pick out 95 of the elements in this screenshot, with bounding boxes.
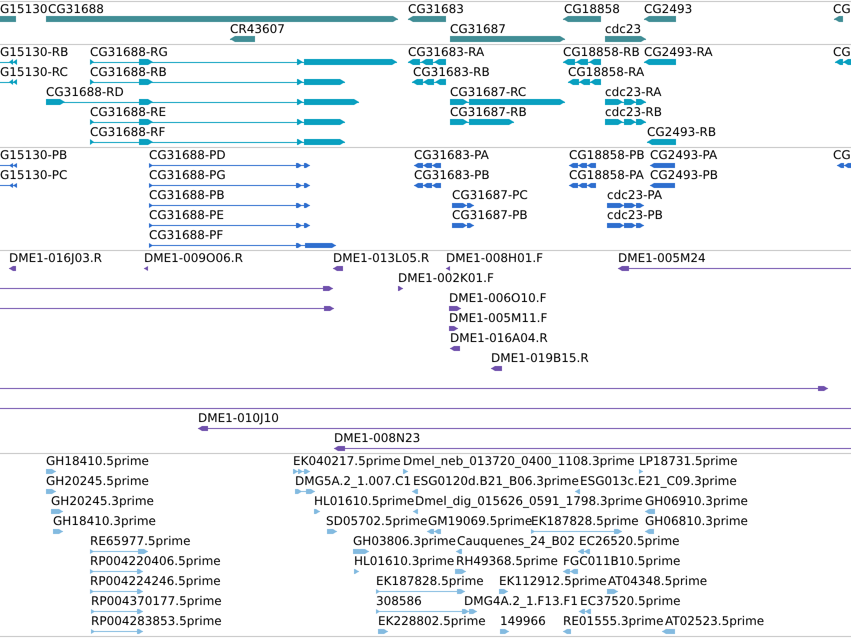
feature-label: CG31688-PF bbox=[149, 228, 224, 242]
feature-label: cdc23-RB bbox=[605, 105, 662, 119]
feature-label: DME1-016J03.R bbox=[9, 251, 102, 265]
feature-label: RE65977.5prime bbox=[90, 534, 190, 548]
feature-label: LP18731.5prime bbox=[639, 454, 738, 468]
feature-label: Cauquenes_24_B02 bbox=[457, 534, 575, 548]
feature-label: CG18858-PB bbox=[569, 148, 645, 162]
feature-label: CG18858-RB bbox=[563, 45, 640, 59]
feature-label: CG31688-RD bbox=[46, 85, 124, 99]
feature-label: SD05702.5prime bbox=[326, 514, 428, 528]
feature-label: CG31688-RE bbox=[90, 105, 166, 119]
feature-label: AT04348.5prime bbox=[608, 574, 708, 588]
feature-label: GH18410.3prime bbox=[53, 514, 156, 528]
feature-label: EC26520.5prime bbox=[579, 534, 680, 548]
feature-label: CG31688 bbox=[48, 2, 104, 16]
feature-label: HL01610.5prime bbox=[314, 494, 414, 508]
feature-label: FGC011B10.5prime bbox=[563, 554, 680, 568]
feature-label: GH20245.3prime bbox=[51, 494, 154, 508]
feature-label: G15130-PC bbox=[0, 168, 68, 182]
feature-label: DME1-008H01.F bbox=[446, 251, 544, 265]
feature-label: DME1-005M11.F bbox=[449, 311, 548, 325]
feature-label: DME1-006O10.F bbox=[449, 291, 546, 305]
feature-label: cdc23-RA bbox=[605, 85, 662, 99]
feature-label: cdc23-PB bbox=[607, 208, 663, 222]
feature-label: GH03806.3prime bbox=[353, 534, 456, 548]
feature-label: RP004224246.5prime bbox=[90, 574, 221, 588]
feature-label: GH18410.5prime bbox=[46, 454, 149, 468]
feature-label: CG18858-RA bbox=[568, 65, 644, 79]
feature-label: EK228802.5prime bbox=[378, 614, 486, 628]
feature-label: RP004370177.5prime bbox=[91, 594, 222, 608]
feature-label: CG18858-PA bbox=[569, 168, 644, 182]
feature-label: CG31683 bbox=[408, 2, 464, 16]
feature-label: Dmel_neb_013720_0400_1108.3prime bbox=[403, 454, 635, 468]
feature-label: CG31683-PB bbox=[414, 168, 490, 182]
feature-label: AT02523.5prime bbox=[665, 614, 764, 628]
feature-label: 149966 bbox=[500, 614, 546, 628]
feature-label: ESG0120d.B21_B06.3prime bbox=[413, 474, 579, 488]
feature-label: RP004283853.5prime bbox=[91, 614, 222, 628]
feature-label: CG31688-RF bbox=[90, 125, 166, 139]
feature-label: CG31688-RG bbox=[90, 45, 168, 59]
feature-label: EK112912.5prime bbox=[499, 574, 607, 588]
feature-label: CG31688-RB bbox=[90, 65, 167, 79]
feature-label: CG18858 bbox=[564, 2, 620, 16]
feature-label: HL01610.3prime bbox=[354, 554, 454, 568]
feature-label: CG31688-PD bbox=[149, 148, 226, 162]
feature-label: CG31688-PG bbox=[149, 168, 226, 182]
feature-label: DME1-005M24 bbox=[618, 251, 706, 265]
feature-label: EC37520.5prime bbox=[580, 594, 681, 608]
feature-label: G15130-RC bbox=[0, 65, 68, 79]
feature-label: RH49368.5prime bbox=[456, 554, 558, 568]
feature-label: CG2493-PB bbox=[650, 168, 718, 182]
feature-label: GH06910.3prime bbox=[645, 494, 748, 508]
feature-label: G15130-RB bbox=[0, 45, 68, 59]
feature-label: GH20245.5prime bbox=[46, 474, 149, 488]
feature-label: EK040217.5prime bbox=[293, 454, 401, 468]
feature-label: RE01555.3prime bbox=[563, 614, 664, 628]
feature-label: CG2493-PA bbox=[650, 148, 718, 162]
feature-label: CG31688-PE bbox=[149, 208, 224, 222]
feature-label: GM19069.5prime bbox=[428, 514, 532, 528]
feature-label: CR43607 bbox=[230, 22, 285, 36]
feature-label: CG31687-PB bbox=[452, 208, 528, 222]
feature-label: CG bbox=[833, 2, 851, 16]
feature-label: CG31688-PB bbox=[149, 188, 225, 202]
feature-label: cdc23-PA bbox=[607, 188, 662, 202]
feature-label: DMG5A.2_1.007.C1 bbox=[295, 474, 412, 488]
feature-label: EK187828.5prime bbox=[531, 514, 639, 528]
feature-label: DME1-002K01.F bbox=[398, 271, 494, 285]
feature-label: CG31687-PC bbox=[452, 188, 528, 202]
feature-label: DME1-019B15.R bbox=[491, 351, 589, 365]
feature-label: EK187828.5prime bbox=[376, 574, 484, 588]
feature-label: CG31687-RB bbox=[450, 105, 527, 119]
feature-label: DME1-010J10 bbox=[198, 411, 279, 425]
feature-label: CG31687-RC bbox=[450, 85, 526, 99]
feature-label: CG31683-RA bbox=[408, 45, 484, 59]
feature-label: CG2493 bbox=[644, 2, 692, 16]
feature-label: DME1-016A04.R bbox=[450, 331, 548, 345]
feature-label: CG bbox=[833, 148, 851, 162]
feature-label: CG bbox=[833, 45, 851, 59]
feature-label: CG2493-RA bbox=[644, 45, 713, 59]
feature-label: CG2493-RB bbox=[647, 125, 716, 139]
feature-label: CG31687 bbox=[450, 22, 506, 36]
feature-label: cdc23 bbox=[605, 22, 642, 36]
feature-label: DME1-013L05.R bbox=[333, 251, 430, 265]
feature-label: G15130-PB bbox=[0, 148, 68, 162]
feature-label: CG31683-RB bbox=[413, 65, 490, 79]
feature-label: DME1-008N23 bbox=[334, 431, 420, 445]
feature-label: DME1-009O06.R bbox=[144, 251, 243, 265]
feature-label: RP004220406.5prime bbox=[90, 554, 221, 568]
feature-label: 308586 bbox=[376, 594, 422, 608]
feature-label: DMG4A.2_1.F13.F1 bbox=[464, 594, 578, 608]
feature-label: ESG013c.E21_C09.3prime bbox=[580, 474, 737, 488]
feature-label: Dmel_dig_015626_0591_1798.3prime bbox=[415, 494, 643, 508]
feature-label: GH06810.3prime bbox=[645, 514, 748, 528]
feature-label: G15130 bbox=[0, 2, 48, 16]
feature-label: CG31683-PA bbox=[414, 148, 489, 162]
